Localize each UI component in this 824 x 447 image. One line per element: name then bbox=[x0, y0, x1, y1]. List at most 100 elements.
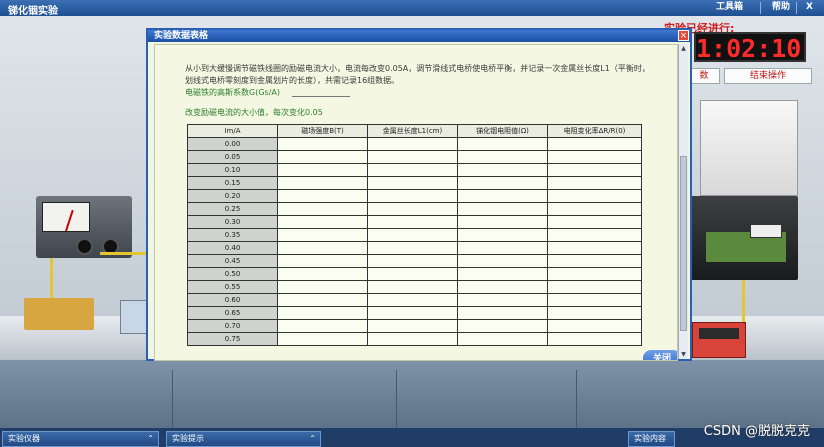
data-input-cell[interactable] bbox=[457, 176, 548, 190]
cabinet-divider bbox=[576, 370, 577, 428]
close-button[interactable]: 关闭 bbox=[643, 350, 677, 360]
data-input-cell[interactable] bbox=[367, 241, 458, 255]
column-header: 磁场强度B(T) bbox=[277, 124, 368, 138]
dialog-scrollbar[interactable]: ▲ ▼ bbox=[678, 44, 688, 359]
table-row: 0.35 bbox=[187, 228, 642, 242]
data-input-cell[interactable] bbox=[367, 163, 458, 177]
data-input-cell[interactable] bbox=[367, 319, 458, 333]
toolbox-button[interactable]: 工具箱 bbox=[710, 1, 749, 14]
data-input-cell[interactable] bbox=[367, 332, 458, 346]
data-input-cell[interactable] bbox=[277, 163, 368, 177]
digital-meter[interactable] bbox=[692, 322, 746, 358]
cabinet-divider bbox=[396, 370, 397, 428]
data-input-cell[interactable] bbox=[457, 228, 548, 242]
data-button[interactable]: 数 bbox=[688, 68, 720, 84]
scroll-up-icon[interactable]: ▲ bbox=[679, 44, 688, 53]
data-input-cell[interactable] bbox=[547, 267, 642, 281]
data-input-cell[interactable] bbox=[547, 306, 642, 320]
data-input-cell[interactable] bbox=[547, 189, 642, 203]
data-input-cell[interactable] bbox=[547, 137, 642, 151]
data-input-cell[interactable] bbox=[367, 280, 458, 294]
data-input-cell[interactable] bbox=[457, 306, 548, 320]
wire bbox=[50, 258, 53, 300]
data-input-cell[interactable] bbox=[277, 215, 368, 229]
data-input-cell[interactable] bbox=[367, 215, 458, 229]
data-input-cell[interactable] bbox=[277, 137, 368, 151]
table-row: 0.25 bbox=[187, 202, 642, 216]
tab-hints[interactable]: 实验提示 ⌃ bbox=[166, 431, 321, 447]
data-input-cell[interactable] bbox=[367, 176, 458, 190]
data-input-cell[interactable] bbox=[457, 267, 548, 281]
data-input-cell[interactable] bbox=[547, 150, 642, 164]
data-input-cell[interactable] bbox=[277, 280, 368, 294]
data-input-cell[interactable] bbox=[547, 254, 642, 268]
data-input-cell[interactable] bbox=[457, 189, 548, 203]
meter-needle bbox=[65, 209, 74, 232]
data-input-cell[interactable] bbox=[367, 137, 458, 151]
data-input-cell[interactable] bbox=[277, 241, 368, 255]
data-input-cell[interactable] bbox=[547, 293, 642, 307]
data-input-cell[interactable] bbox=[547, 241, 642, 255]
column-header: 金属丝长度L1(cm) bbox=[367, 124, 458, 138]
current-cell: 0.40 bbox=[187, 241, 278, 255]
gauss-coefficient-input[interactable] bbox=[292, 96, 350, 97]
data-input-cell[interactable] bbox=[277, 332, 368, 346]
current-cell: 0.70 bbox=[187, 319, 278, 333]
magnet-cover[interactable] bbox=[700, 100, 798, 196]
data-input-cell[interactable] bbox=[547, 163, 642, 177]
data-input-cell[interactable] bbox=[547, 280, 642, 294]
data-input-cell[interactable] bbox=[367, 306, 458, 320]
data-input-cell[interactable] bbox=[547, 202, 642, 216]
data-input-cell[interactable] bbox=[457, 163, 548, 177]
data-input-cell[interactable] bbox=[457, 280, 548, 294]
data-input-cell[interactable] bbox=[277, 150, 368, 164]
data-input-cell[interactable] bbox=[367, 189, 458, 203]
data-input-cell[interactable] bbox=[457, 319, 548, 333]
help-button[interactable]: 帮助 bbox=[766, 1, 796, 14]
table-row: 0.45 bbox=[187, 254, 642, 268]
scroll-thumb[interactable] bbox=[680, 156, 687, 331]
data-input-cell[interactable] bbox=[277, 293, 368, 307]
data-input-cell[interactable] bbox=[367, 254, 458, 268]
tab-content[interactable]: 实验内容 bbox=[628, 431, 675, 447]
close-icon[interactable]: × bbox=[678, 30, 689, 41]
data-input-cell[interactable] bbox=[547, 228, 642, 242]
data-input-cell[interactable] bbox=[457, 150, 548, 164]
data-input-cell[interactable] bbox=[367, 267, 458, 281]
data-input-cell[interactable] bbox=[277, 176, 368, 190]
data-input-cell[interactable] bbox=[457, 137, 548, 151]
current-cell: 0.15 bbox=[187, 176, 278, 190]
scroll-down-icon[interactable]: ▼ bbox=[679, 350, 688, 359]
data-input-cell[interactable] bbox=[367, 202, 458, 216]
data-input-cell[interactable] bbox=[277, 228, 368, 242]
data-input-cell[interactable] bbox=[547, 215, 642, 229]
data-input-cell[interactable] bbox=[277, 319, 368, 333]
tab-label: 实验仪器 bbox=[8, 434, 40, 443]
current-cell: 0.20 bbox=[187, 189, 278, 203]
tab-instruments[interactable]: 实验仪器 ⌃ bbox=[2, 431, 159, 447]
watermark: CSDN @脱脱克克 bbox=[703, 424, 810, 439]
data-input-cell[interactable] bbox=[457, 202, 548, 216]
excitation-power-supply[interactable] bbox=[36, 196, 132, 258]
data-input-cell[interactable] bbox=[457, 293, 548, 307]
data-input-cell[interactable] bbox=[277, 189, 368, 203]
data-input-cell[interactable] bbox=[367, 150, 458, 164]
end-operation-button[interactable]: 结束操作 bbox=[724, 68, 812, 84]
data-input-cell[interactable] bbox=[277, 267, 368, 281]
data-input-cell[interactable] bbox=[277, 306, 368, 320]
data-input-cell[interactable] bbox=[457, 215, 548, 229]
data-input-cell[interactable] bbox=[367, 293, 458, 307]
data-input-cell[interactable] bbox=[547, 319, 642, 333]
app-close-button[interactable]: X bbox=[800, 1, 819, 14]
data-input-cell[interactable] bbox=[277, 254, 368, 268]
data-input-cell[interactable] bbox=[367, 228, 458, 242]
data-input-cell[interactable] bbox=[277, 202, 368, 216]
circuit-board[interactable] bbox=[24, 298, 94, 330]
data-input-cell[interactable] bbox=[457, 254, 548, 268]
data-input-cell[interactable] bbox=[547, 176, 642, 190]
data-input-cell[interactable] bbox=[457, 332, 548, 346]
knob-icon[interactable] bbox=[76, 238, 93, 255]
data-input-cell[interactable] bbox=[457, 241, 548, 255]
tab-label: 实验内容 bbox=[634, 434, 666, 443]
data-input-cell[interactable] bbox=[547, 332, 642, 346]
